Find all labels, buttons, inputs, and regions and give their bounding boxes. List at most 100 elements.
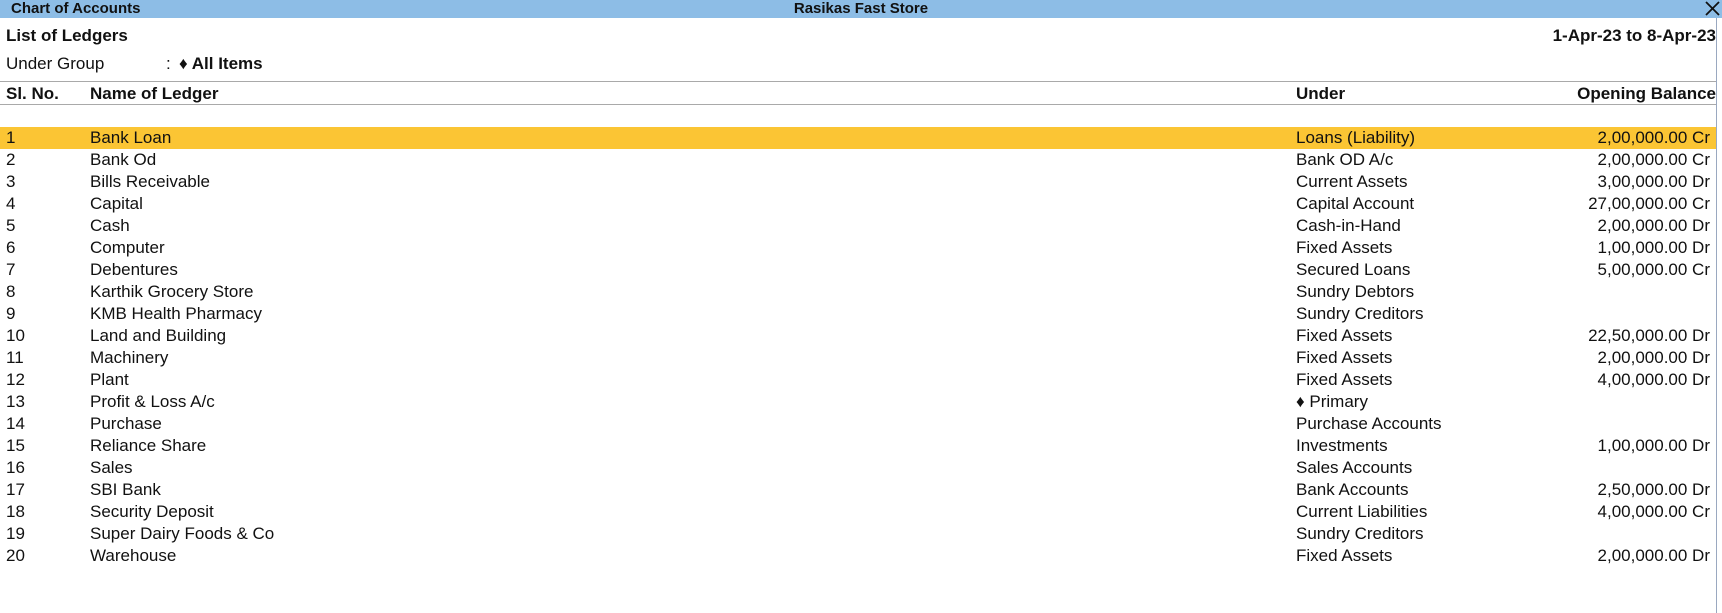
ledger-row[interactable]: 11 Machinery Fixed Assets 2,00,000.00 Dr [0,347,1716,369]
ledger-row[interactable]: 3 Bills Receivable Current Assets 3,00,000.… [0,171,1716,193]
ledger-row[interactable]: 12 Plant Fixed Assets 4,00,000.00 Dr [0,369,1716,391]
ledger-sl-no: 6 [6,238,16,257]
ledger-sl-no: 15 [6,436,25,455]
ledger-row[interactable]: 9 KMB Health Pharmacy Sundry Creditors [0,303,1716,325]
ledger-row[interactable]: 2 Bank Od Bank OD A/c 2,00,000.00 Cr [0,149,1716,171]
ledger-under-group: Sales Accounts [1296,458,1413,477]
ledger-opening-balance: 4,00,000.00 Dr [1597,370,1710,389]
ledger-list: 1 Bank Loan Loans (Liability) 2,00,000.00 C… [0,127,1716,567]
ledger-name: KMB Health Pharmacy [90,304,262,323]
ledger-under-group: Cash-in-Hand [1296,216,1401,235]
ledger-sl-no: 1 [6,128,16,147]
ledger-under-group: Investments [1296,436,1388,455]
under-group-value[interactable]: ♦ All Items [179,54,263,74]
ledger-row[interactable]: 15 Reliance Share Investments 1,00,000.00 D… [0,435,1716,457]
ledger-sl-no: 9 [6,304,16,323]
ledger-name: Debentures [90,260,178,279]
ledger-sl-no: 16 [6,458,25,477]
ledger-under-group: Current Liabilities [1296,502,1428,521]
ledger-opening-balance: 27,00,000.00 Cr [1588,194,1710,213]
ledger-under-group: Sundry Debtors [1296,282,1415,301]
ledger-opening-balance: 5,00,000.00 Cr [1597,260,1710,279]
ledger-sl-no: 7 [6,260,16,279]
ledger-name: Karthik Grocery Store [90,282,254,301]
ledger-name: Land and Building [90,326,227,345]
ledger-sl-no: 2 [6,150,16,169]
ledger-sl-no: 4 [6,194,16,213]
ledger-opening-balance: 2,00,000.00 Cr [1597,128,1710,147]
ledger-under-group: Current Assets [1296,172,1408,191]
column-header-ledger-name: Name of Ledger [90,84,219,103]
ledger-opening-balance: 2,00,000.00 Dr [1597,348,1710,367]
ledger-name: Profit & Loss A/c [90,392,215,411]
ledger-opening-balance: 4,00,000.00 Cr [1597,502,1710,521]
ledger-name: Plant [90,370,129,389]
ledger-under-group: ♦ Primary [1296,392,1368,411]
ledger-name: Machinery [90,348,169,367]
ledger-row[interactable]: 7 Debentures Secured Loans 5,00,000.00 Cr [0,259,1716,281]
ledger-sl-no: 5 [6,216,16,235]
ledger-row[interactable]: 16 Sales Sales Accounts [0,457,1716,479]
column-header-under: Under [1296,84,1346,103]
ledger-under-group: Sundry Creditors [1296,524,1424,543]
column-header-sl-no: Sl. No. [6,84,59,103]
chart-of-accounts-window: Rasikas Fast Store Chart of Accounts Lis… [0,0,1722,613]
screen-title: Chart of Accounts [11,0,141,17]
ledger-row[interactable]: 18 Security Deposit Current Liabilities 4,0… [0,501,1716,523]
ledger-opening-balance: 1,00,000.00 Dr [1597,238,1710,257]
ledger-name: Super Dairy Foods & Co [90,524,275,543]
ledger-row[interactable]: 1 Bank Loan Loans (Liability) 2,00,000.00 C… [0,127,1716,149]
ledger-row[interactable]: 4 Capital Capital Account 27,00,000.00 Cr [0,193,1716,215]
ledger-name: Bank Loan [90,128,172,147]
ledger-row[interactable]: 5 Cash Cash-in-Hand 2,00,000.00 Dr [0,215,1716,237]
ledger-sl-no: 14 [6,414,25,433]
ledger-sl-no: 19 [6,524,25,543]
ledger-opening-balance: 3,00,000.00 Dr [1597,172,1710,191]
ledger-sl-no: 11 [6,348,24,367]
header-divider-top [0,81,1716,82]
ledger-row[interactable]: 20 Warehouse Fixed Assets 2,00,000.00 Dr [0,545,1716,567]
ledger-under-group: Fixed Assets [1296,326,1393,345]
ledger-row[interactable]: 13 Profit & Loss A/c ♦ Primary [0,391,1716,413]
ledger-under-group: Sundry Creditors [1296,304,1424,323]
ledger-sl-no: 13 [6,392,25,411]
ledger-sl-no: 10 [6,326,25,345]
ledger-name: Cash [90,216,130,235]
ledger-name: Purchase [90,414,162,433]
under-group-separator: : [166,54,171,73]
report-period[interactable]: 1-Apr-23 to 8-Apr-23 [1553,26,1716,46]
ledger-under-group: Secured Loans [1296,260,1411,279]
ledger-row[interactable]: 8 Karthik Grocery Store Sundry Debtors [0,281,1716,303]
ledger-opening-balance: 2,00,000.00 Cr [1597,150,1710,169]
ledger-name: Warehouse [90,546,177,565]
ledger-sl-no: 20 [6,546,25,565]
ledger-under-group: Fixed Assets [1296,546,1393,565]
ledger-row[interactable]: 19 Super Dairy Foods & Co Sundry Creditors [0,523,1716,545]
ledger-row[interactable]: 14 Purchase Purchase Accounts [0,413,1716,435]
ledger-row[interactable]: 17 SBI Bank Bank Accounts 2,50,000.00 Dr [0,479,1716,501]
column-header-opening-balance: Opening Balance [1577,84,1716,103]
close-button[interactable] [1702,0,1722,18]
ledger-name: Bank Od [90,150,157,169]
ledger-sl-no: 17 [6,480,25,499]
ledger-row[interactable]: 6 Computer Fixed Assets 1,00,000.00 Dr [0,237,1716,259]
ledger-name: Capital [90,194,143,213]
header-divider-bottom [0,104,1716,105]
ledger-opening-balance: 1,00,000.00 Dr [1597,436,1710,455]
ledger-name: Computer [90,238,165,257]
ledger-under-group: Fixed Assets [1296,370,1393,389]
under-group-label: Under Group [6,54,105,73]
window-right-border [1716,18,1717,613]
ledger-row[interactable]: 10 Land and Building Fixed Assets 22,50,000… [0,325,1716,347]
ledger-name: Bills Receivable [90,172,210,191]
ledger-sl-no: 18 [6,502,25,521]
under-group-filter: Under Group : ♦ All Items [6,54,406,76]
ledger-name: Sales [90,458,133,477]
report-title: List of Ledgers [6,26,128,45]
ledger-opening-balance: 22,50,000.00 Dr [1588,326,1710,345]
ledger-under-group: Fixed Assets [1296,238,1393,257]
ledger-under-group: Loans (Liability) [1296,128,1416,147]
ledger-opening-balance: 2,50,000.00 Dr [1597,480,1710,499]
ledger-under-group: Purchase Accounts [1296,414,1442,433]
ledger-sl-no: 3 [6,172,16,191]
